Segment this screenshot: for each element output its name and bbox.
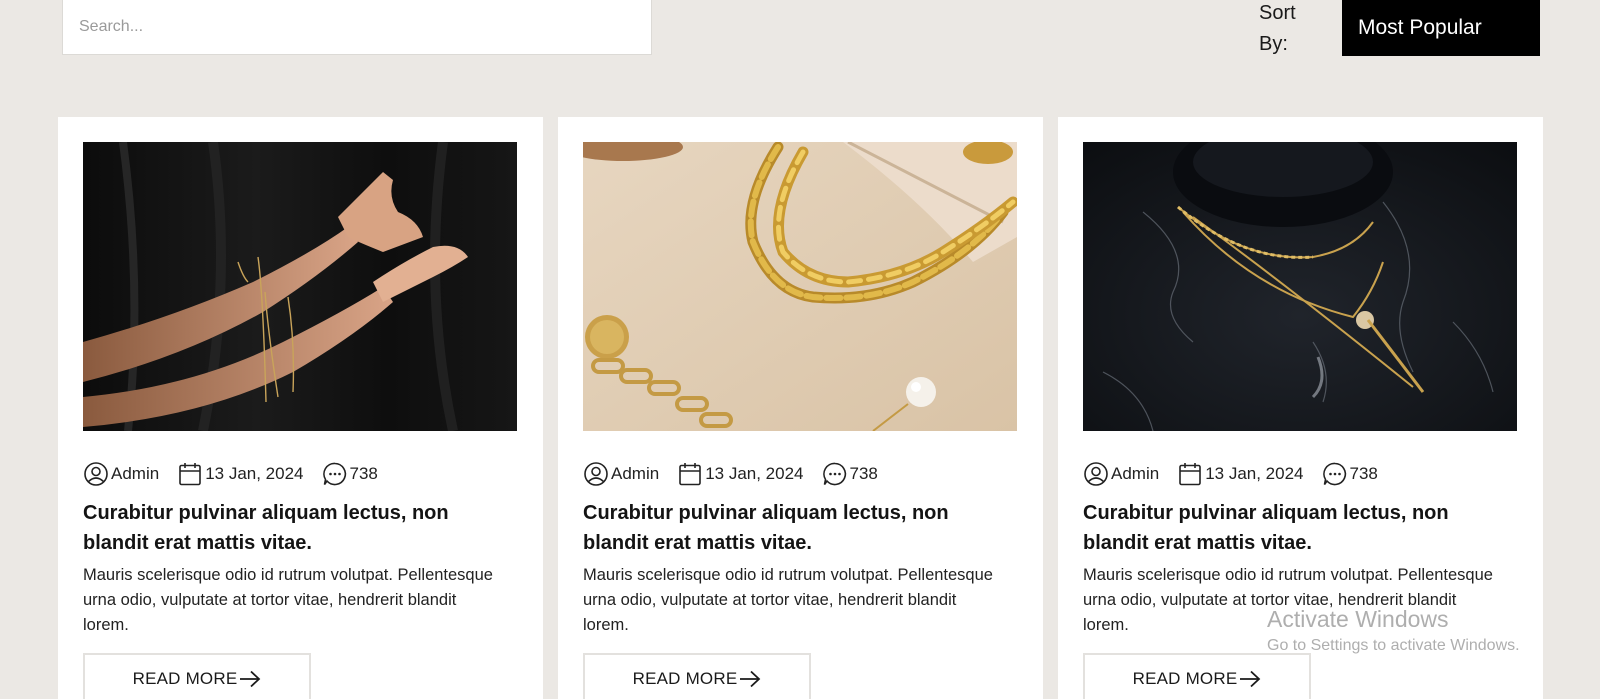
post-excerpt: Mauris scelerisque odio id rutrum volutp…	[583, 566, 993, 634]
arrow-right-icon	[240, 670, 261, 688]
post-meta: Admin 13 Jan, 2024 738	[83, 460, 518, 488]
arrow-right-icon	[740, 670, 761, 688]
read-more-button[interactable]: READ MORE	[1083, 653, 1311, 699]
post-date-text: 13 Jan, 2024	[205, 464, 304, 483]
user-circle-icon	[584, 462, 608, 486]
arrow-right-icon	[1240, 670, 1261, 688]
blog-card-image[interactable]	[583, 142, 1017, 431]
post-title[interactable]: Curabitur pulvinar aliquam lectus, non b…	[583, 498, 1003, 558]
post-meta: Admin 13 Jan, 2024 738	[1083, 460, 1518, 488]
post-meta: Admin 13 Jan, 2024 738	[583, 460, 1018, 488]
post-date-text: 13 Jan, 2024	[705, 464, 804, 483]
user-circle-icon	[1084, 462, 1108, 486]
post-author[interactable]: Admin	[583, 461, 659, 487]
search-input[interactable]	[79, 0, 651, 54]
blog-card-image[interactable]	[1083, 142, 1517, 431]
calendar-icon	[1179, 463, 1201, 486]
calendar-icon	[679, 463, 701, 486]
post-author-name: Admin	[1111, 464, 1160, 483]
post-date: 13 Jan, 2024	[1177, 461, 1304, 487]
post-excerpt: Mauris scelerisque odio id rutrum volutp…	[1083, 566, 1493, 634]
post-comments[interactable]: 738	[1322, 461, 1378, 487]
post-author-name: Admin	[611, 464, 660, 483]
post-date: 13 Jan, 2024	[177, 461, 304, 487]
read-more-button[interactable]: READ MORE	[83, 653, 311, 699]
read-more-label: READ MORE	[132, 669, 238, 688]
blog-card: Admin 13 Jan, 2024 738 Curabitur pulvina…	[58, 117, 543, 699]
post-comments-count: 738	[1349, 464, 1378, 483]
sort-select[interactable]: Most Popular	[1342, 0, 1540, 56]
post-comments-count: 738	[349, 464, 378, 483]
post-author[interactable]: Admin	[83, 461, 159, 487]
sort-selected-value: Most Popular	[1358, 16, 1482, 39]
user-circle-icon	[84, 462, 108, 486]
blog-card-grid: Admin 13 Jan, 2024 738 Curabitur pulvina…	[58, 117, 1544, 699]
sort-label: Sort By:	[1259, 2, 1296, 55]
woman-arms-gold-bracelets-photo	[83, 142, 517, 431]
gold-chain-bracelet-linen-photo	[583, 142, 1017, 431]
read-more-button[interactable]: READ MORE	[583, 653, 811, 699]
layered-gold-necklace-marble-photo	[1083, 142, 1517, 431]
post-comments[interactable]: 738	[822, 461, 878, 487]
search-box[interactable]	[62, 0, 652, 55]
blog-card: Admin 13 Jan, 2024 738 Curabitur pulvina…	[558, 117, 1043, 699]
blog-card: Admin 13 Jan, 2024 738 Curabitur pulvina…	[1058, 117, 1543, 699]
post-date-text: 13 Jan, 2024	[1205, 464, 1304, 483]
chat-bubble-icon	[322, 462, 346, 486]
post-comments-count: 738	[849, 464, 878, 483]
read-more-label: READ MORE	[632, 669, 738, 688]
post-author[interactable]: Admin	[1083, 461, 1159, 487]
post-author-name: Admin	[111, 464, 160, 483]
blog-card-image[interactable]	[83, 142, 517, 431]
read-more-label: READ MORE	[1132, 669, 1238, 688]
post-date: 13 Jan, 2024	[677, 461, 804, 487]
calendar-icon	[179, 463, 201, 486]
post-title[interactable]: Curabitur pulvinar aliquam lectus, non b…	[1083, 498, 1503, 558]
post-title[interactable]: Curabitur pulvinar aliquam lectus, non b…	[83, 498, 503, 558]
post-comments[interactable]: 738	[322, 461, 378, 487]
chat-bubble-icon	[822, 462, 846, 486]
post-excerpt: Mauris scelerisque odio id rutrum volutp…	[83, 566, 493, 634]
chat-bubble-icon	[1322, 462, 1346, 486]
